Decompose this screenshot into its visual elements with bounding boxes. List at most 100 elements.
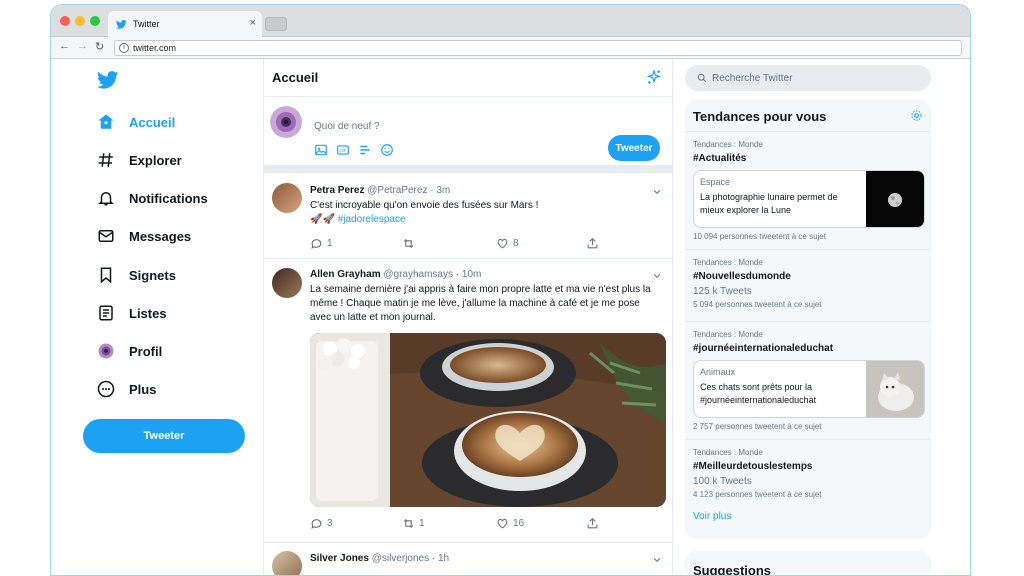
- like-button[interactable]: 8: [496, 237, 519, 250]
- reply-button[interactable]: 1: [310, 237, 333, 250]
- tweet-text: C'est incroyable qu'on envoie des fusées…: [310, 199, 660, 227]
- url-field[interactable]: i twitter.com: [114, 40, 962, 56]
- tab-close-icon[interactable]: ×: [250, 17, 256, 29]
- card-text: Ces chats sont prêts pour la #journéeint…: [700, 382, 817, 405]
- avatar[interactable]: [272, 551, 302, 575]
- chevron-down-icon[interactable]: [652, 271, 662, 281]
- minimize-window-button[interactable]: [75, 16, 85, 26]
- tweet[interactable]: Petra Perez @PetraPerez · 3m C'est incro…: [264, 173, 672, 259]
- trend-count: 100 k Tweets: [693, 476, 752, 487]
- like-button[interactable]: 16: [496, 517, 524, 530]
- tweet-header: Petra Perez @PetraPerez · 3m: [310, 185, 450, 196]
- author-handle[interactable]: @PetraPerez: [367, 185, 427, 196]
- like-count: 8: [513, 238, 519, 249]
- author-name[interactable]: Petra Perez: [310, 185, 364, 196]
- trend-item[interactable]: Tendances : Monde #Nouvellesdumonde 125 …: [685, 249, 931, 321]
- tab-title: Twitter: [133, 19, 160, 29]
- sidebar-item-notifications[interactable]: Notifications: [97, 186, 208, 210]
- tweet-composer: Quoi de neuf ? GIF Tweeter: [264, 97, 672, 173]
- share-icon: [587, 237, 598, 249]
- reply-button[interactable]: 3: [310, 517, 333, 530]
- trend-card[interactable]: Animaux Ces chats sont prêts pour la #jo…: [693, 360, 925, 418]
- retweet-button[interactable]: 1: [402, 517, 425, 530]
- trend-item[interactable]: Tendances : Monde #Meilleurdetouslestemp…: [685, 439, 931, 505]
- reload-icon[interactable]: ↻: [95, 40, 104, 53]
- envelope-icon: [98, 230, 114, 242]
- tweet-header: Allen Grayham @grayhamsays · 10m: [310, 269, 481, 280]
- latte-photo[interactable]: [310, 333, 666, 507]
- reply-count: 3: [327, 518, 333, 529]
- sidebar-item-label: Signets: [129, 267, 176, 283]
- trend-item[interactable]: Tendances : Monde #Actualités Espace La …: [685, 131, 931, 249]
- sidebar-item-label: Explorer: [129, 152, 182, 168]
- bell-icon: [98, 192, 114, 206]
- author-handle[interactable]: @silverjones: [372, 553, 429, 564]
- tweet-emoji: 🚀🚀: [310, 214, 335, 225]
- author-handle[interactable]: @grayhamsays: [383, 269, 453, 280]
- show-more-link[interactable]: Voir plus: [693, 511, 731, 522]
- trend-tag[interactable]: #Nouvellesdumonde: [693, 271, 791, 282]
- author-name[interactable]: Silver Jones: [310, 553, 369, 564]
- close-window-button[interactable]: [60, 16, 70, 26]
- new-tab-button[interactable]: [265, 17, 287, 31]
- address-bar-row: ← → ↻ i twitter.com: [51, 37, 970, 59]
- emoji-icon[interactable]: [380, 143, 394, 157]
- sidebar-item-messages[interactable]: Messages: [97, 224, 191, 248]
- avatar[interactable]: [270, 106, 302, 138]
- tweet-button[interactable]: Tweeter: [83, 419, 245, 453]
- forward-arrow-icon[interactable]: →: [77, 40, 88, 52]
- sidebar-item-label: Listes: [129, 305, 167, 321]
- maximize-window-button[interactable]: [90, 16, 100, 26]
- sidebar-item-label: Profil: [129, 343, 163, 359]
- tweet[interactable]: Silver Jones @silverjones · 1h: [264, 543, 672, 575]
- share-button[interactable]: [586, 237, 603, 250]
- home-icon: [98, 114, 114, 129]
- search-input[interactable]: Recherche Twitter: [685, 65, 931, 91]
- tweet-text: La semaine dernière j'ai appris à faire …: [310, 284, 651, 323]
- sidebar-item-accueil[interactable]: Accueil: [97, 110, 175, 134]
- svg-text:GIF: GIF: [340, 148, 347, 153]
- right-column: Recherche Twitter Tendances pour vous Te…: [673, 59, 970, 575]
- compose-input[interactable]: Quoi de neuf ?: [314, 121, 380, 132]
- trend-sub: 5 094 personnes tweetent à ce sujet: [693, 300, 822, 309]
- chevron-down-icon[interactable]: [652, 187, 662, 197]
- sparkle-icon[interactable]: [646, 69, 662, 85]
- tweet[interactable]: Allen Grayham @grayhamsays · 10m La sema…: [264, 259, 672, 543]
- avatar[interactable]: [272, 268, 302, 298]
- trend-tag[interactable]: #Meilleurdetouslestemps: [693, 461, 812, 472]
- retweet-button[interactable]: [402, 237, 419, 250]
- browser-tab[interactable]: Twitter ×: [108, 11, 262, 37]
- avatar[interactable]: [272, 183, 302, 213]
- twitter-bird-icon: [116, 19, 127, 29]
- sidebar-item-profil[interactable]: Profil: [97, 339, 162, 363]
- sidebar-item-explorer[interactable]: Explorer: [97, 148, 182, 172]
- image-icon[interactable]: [314, 143, 328, 157]
- list-icon: [99, 305, 113, 321]
- poll-icon[interactable]: [358, 143, 372, 157]
- avatar-image: [270, 106, 302, 138]
- trend-tag[interactable]: #journéeinternationaleduchat: [693, 343, 833, 354]
- author-name[interactable]: Allen Grayham: [310, 269, 381, 280]
- left-sidebar: Accueil Explorer Notifications Messages …: [51, 59, 263, 575]
- back-arrow-icon[interactable]: ←: [59, 40, 70, 52]
- share-button[interactable]: [586, 517, 603, 530]
- info-icon[interactable]: i: [119, 43, 129, 53]
- gear-icon[interactable]: [910, 109, 923, 122]
- compose-tweet-button[interactable]: Tweeter: [608, 135, 660, 161]
- gif-icon[interactable]: GIF: [336, 143, 350, 157]
- sidebar-item-plus[interactable]: Plus: [97, 377, 156, 401]
- hashtag-link[interactable]: #jadorelespace: [338, 214, 406, 225]
- card-category: Animaux: [700, 367, 736, 377]
- browser-titlebar: Twitter ×: [51, 5, 970, 37]
- card-category: Espace: [700, 177, 731, 187]
- tweet-time: · 3m: [430, 185, 451, 196]
- chevron-down-icon[interactable]: [652, 555, 662, 565]
- trend-card[interactable]: Espace La photographie lunaire permet de…: [693, 170, 925, 228]
- trend-tag[interactable]: #Actualités: [693, 153, 746, 164]
- trend-item[interactable]: Tendances : Monde #journéeinternationale…: [685, 321, 931, 439]
- reply-count: 1: [327, 238, 333, 249]
- search-placeholder: Recherche Twitter: [712, 72, 793, 84]
- twitter-logo-icon[interactable]: [97, 69, 119, 91]
- sidebar-item-signets[interactable]: Signets: [97, 263, 176, 287]
- sidebar-item-listes[interactable]: Listes: [97, 301, 167, 325]
